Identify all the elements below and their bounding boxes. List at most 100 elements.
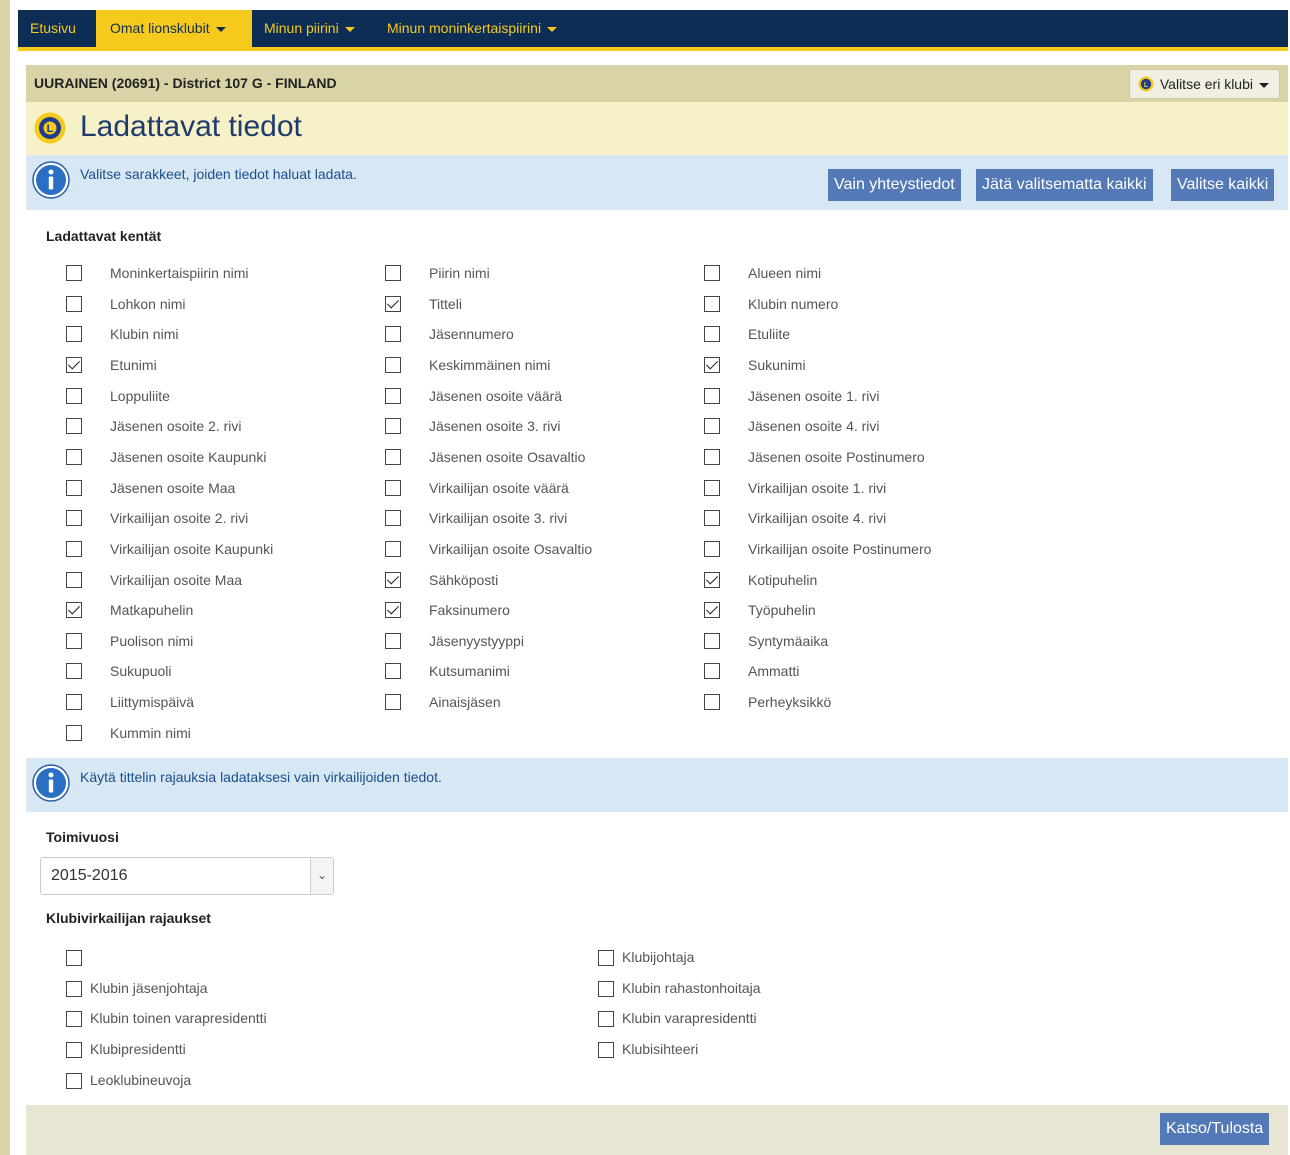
checkbox[interactable] [66, 1042, 82, 1058]
checkbox[interactable] [385, 265, 401, 281]
checkbox[interactable] [704, 388, 720, 404]
officer-filter-label: Klubin varapresidentti [622, 1010, 757, 1026]
checkbox[interactable] [66, 510, 82, 526]
checkbox[interactable] [385, 418, 401, 434]
year-label: Toimivuosi [46, 829, 119, 845]
checkbox[interactable] [598, 950, 614, 966]
checkbox[interactable] [704, 357, 720, 373]
club-title: UURAINEN (20691) - District 107 G - FINL… [34, 75, 337, 91]
checkbox[interactable] [385, 388, 401, 404]
field-option-label: Perheyksikkö [748, 694, 832, 710]
checkbox[interactable] [66, 602, 82, 618]
checkbox[interactable] [704, 633, 720, 649]
nav-my-multiple-district-label: Minun moninkertaispiirini [387, 20, 542, 36]
field-option-label: Jäsenen osoite 3. rivi [429, 418, 561, 434]
checkbox[interactable] [704, 418, 720, 434]
select-all-button[interactable]: Valitse kaikki [1171, 169, 1275, 201]
info-box-officers: Käytä tittelin rajauksia ladataksesi vai… [26, 758, 1288, 812]
checkbox[interactable] [66, 418, 82, 434]
checkbox[interactable] [66, 1011, 82, 1027]
checkbox[interactable] [66, 981, 82, 997]
checkbox[interactable] [385, 633, 401, 649]
nav-home-label: Etusivu [30, 20, 76, 36]
field-option-label: Sähköposti [429, 572, 499, 588]
checkbox[interactable] [66, 480, 82, 496]
field-option-label: Virkailijan osoite 4. rivi [748, 510, 887, 526]
checkbox[interactable] [385, 541, 401, 557]
field-option-label: Puolison nimi [110, 633, 194, 649]
checkbox[interactable] [66, 725, 82, 741]
chevron-down-icon: ⌄ [310, 858, 333, 894]
checkbox[interactable] [385, 602, 401, 618]
field-option-label: Sukunimi [748, 357, 806, 373]
checkbox[interactable] [385, 510, 401, 526]
checkbox[interactable] [704, 663, 720, 679]
checkbox[interactable] [704, 480, 720, 496]
field-option-label: Jäsenen osoite Osavaltio [429, 449, 586, 465]
nav-home[interactable]: Etusivu [18, 10, 88, 47]
checkbox[interactable] [385, 296, 401, 312]
checkbox[interactable] [704, 541, 720, 557]
officer-filter-label: Klubipresidentti [90, 1041, 186, 1057]
nav-my-district[interactable]: Minun piirini [252, 10, 367, 47]
checkbox[interactable] [704, 572, 720, 588]
field-option-label: Jäsenen osoite 4. rivi [748, 418, 880, 434]
checkbox[interactable] [385, 357, 401, 373]
checkbox[interactable] [704, 449, 720, 465]
checkbox[interactable] [598, 1011, 614, 1027]
checkbox[interactable] [66, 388, 82, 404]
deselect-all-button[interactable]: Jätä valitsematta kaikki [976, 169, 1153, 201]
checkbox[interactable] [66, 265, 82, 281]
field-option-label: Keskimmäinen nimi [429, 357, 551, 373]
checkbox[interactable] [598, 981, 614, 997]
page-title: Ladattavat tiedot [80, 110, 302, 143]
nav-my-multiple-district[interactable]: Minun moninkertaispiirini [375, 10, 569, 47]
view-print-button[interactable]: Katso/Tulosta [1160, 1113, 1270, 1145]
field-option-label: Liittymispäivä [110, 694, 195, 710]
checkbox[interactable] [704, 326, 720, 342]
chevron-down-icon [215, 26, 226, 32]
checkbox[interactable] [385, 326, 401, 342]
checkbox[interactable] [66, 633, 82, 649]
field-option-label: Jäsenen osoite Postinumero [748, 449, 925, 465]
year-select[interactable]: 2015-2016 ⌄ [40, 857, 334, 895]
checkbox[interactable] [66, 296, 82, 312]
field-option-label: Jäsenyystyyppi [429, 633, 524, 649]
svg-text:L: L [47, 123, 54, 135]
fields-heading: Ladattavat kentät [46, 228, 162, 244]
checkbox[interactable] [385, 449, 401, 465]
field-option-label: Virkailijan osoite Postinumero [748, 541, 932, 557]
checkbox[interactable] [66, 326, 82, 342]
checkbox[interactable] [385, 572, 401, 588]
checkbox[interactable] [66, 950, 82, 966]
field-option-label: Jäsenen osoite Kaupunki [110, 449, 267, 465]
field-option-label: Jäsenen osoite väärä [429, 388, 563, 404]
checkbox[interactable] [385, 480, 401, 496]
checkbox[interactable] [704, 296, 720, 312]
checkbox[interactable] [385, 663, 401, 679]
checkbox[interactable] [704, 510, 720, 526]
select-club-button[interactable]: L Valitse eri klubi [1128, 69, 1280, 99]
checkbox[interactable] [66, 694, 82, 710]
officer-filter-label: Klubin toinen varapresidentti [90, 1010, 267, 1026]
nav-my-clubs[interactable]: Omat lionsklubit [96, 10, 252, 47]
officers-heading: Klubivirkailijan rajaukset [46, 910, 211, 926]
field-option-label: Matkapuhelin [110, 602, 194, 618]
checkbox[interactable] [704, 602, 720, 618]
lions-logo-icon: L [1138, 76, 1154, 92]
checkbox[interactable] [66, 541, 82, 557]
field-option-label: Virkailijan osoite Kaupunki [110, 541, 274, 557]
contact-info-only-button[interactable]: Vain yhteystiedot [828, 169, 961, 201]
field-option-label: Virkailijan osoite Maa [110, 572, 243, 588]
officer-filter-label: Klubijohtaja [622, 949, 695, 965]
field-option-label: Virkailijan osoite Osavaltio [429, 541, 593, 557]
checkbox[interactable] [66, 663, 82, 679]
checkbox[interactable] [66, 449, 82, 465]
checkbox[interactable] [704, 265, 720, 281]
checkbox[interactable] [385, 694, 401, 710]
checkbox[interactable] [66, 357, 82, 373]
checkbox[interactable] [66, 572, 82, 588]
checkbox[interactable] [598, 1042, 614, 1058]
checkbox[interactable] [704, 694, 720, 710]
checkbox[interactable] [66, 1073, 82, 1089]
